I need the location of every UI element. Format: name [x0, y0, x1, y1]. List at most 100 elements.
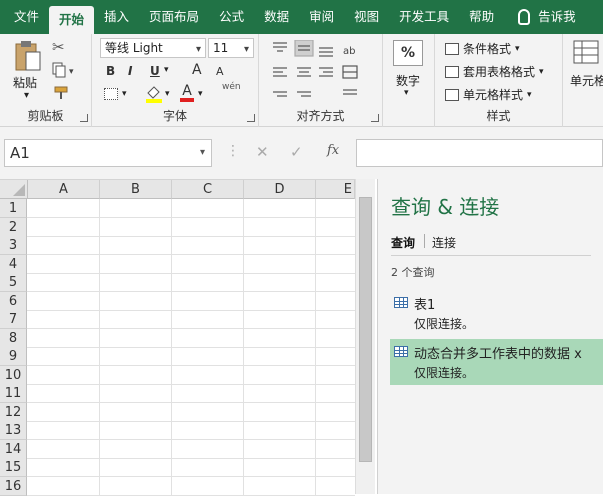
format-painter-icon[interactable] — [54, 86, 70, 100]
query-item-selected[interactable]: 动态合并多工作表中的数据 x 仅限连接。 — [390, 339, 603, 385]
row-header[interactable]: 6 — [0, 291, 27, 311]
conditional-formatting-icon — [445, 42, 459, 55]
underline-button[interactable]: U — [150, 64, 160, 78]
grid-vline — [99, 199, 100, 495]
clipboard-launcher-icon[interactable] — [80, 114, 88, 122]
grid-hline — [27, 346, 355, 348]
row-header[interactable]: 16 — [0, 476, 27, 496]
italic-button[interactable]: I — [128, 64, 132, 78]
insert-function-icon[interactable]: fx — [327, 143, 339, 158]
conditional-formatting-button[interactable]: 条件格式 ▾ — [445, 40, 520, 57]
grid-hline — [27, 235, 355, 237]
alignment-group: ab 对齐方式 — [259, 34, 383, 127]
scrollbar-thumb[interactable] — [359, 197, 372, 462]
underline-dropdown-icon[interactable]: ▾ — [164, 65, 169, 75]
shrink-font-button[interactable]: A — [216, 65, 224, 78]
number-format-button[interactable]: 数字 — [396, 72, 420, 89]
row-header[interactable]: 8 — [0, 328, 27, 348]
row-header[interactable]: 10 — [0, 365, 27, 385]
row-header[interactable]: 15 — [0, 458, 27, 477]
font-name-select[interactable]: 等线 Light ▾ — [100, 38, 206, 58]
column-header[interactable]: C — [172, 180, 244, 199]
cells-icon — [573, 40, 599, 64]
fill-color-dropdown-icon[interactable]: ▾ — [165, 89, 170, 99]
tab-formulas[interactable]: 公式 — [209, 0, 254, 34]
grid-hline — [27, 439, 355, 440]
font-color-dropdown-icon[interactable]: ▾ — [198, 89, 203, 99]
row-header[interactable]: 2 — [0, 217, 27, 237]
format-as-table-label: 套用表格格式 — [463, 65, 536, 79]
number-dropdown-icon[interactable]: ▾ — [404, 88, 409, 98]
format-as-table-icon — [445, 65, 459, 78]
tab-review[interactable]: 审阅 — [299, 0, 344, 34]
formula-bar-grip-icon: ⋮ — [226, 143, 240, 159]
fill-color-icon[interactable] — [144, 84, 164, 104]
cell-styles-button[interactable]: 单元格样式 ▾ — [445, 86, 532, 103]
styles-group: 条件格式 ▾ 套用表格格式 ▾ 单元格样式 ▾ 样式 — [435, 34, 563, 127]
font-size-select[interactable]: 11 ▾ — [208, 38, 254, 58]
paste-button[interactable]: 粘贴 — [13, 74, 37, 91]
row-header[interactable]: 3 — [0, 236, 27, 255]
tab-view[interactable]: 视图 — [344, 0, 389, 34]
tab-data[interactable]: 数据 — [254, 0, 299, 34]
svg-text:▾: ▾ — [69, 67, 74, 77]
column-header[interactable]: B — [100, 180, 172, 199]
font-launcher-icon[interactable] — [247, 114, 255, 122]
tab-home[interactable]: 开始 — [49, 6, 95, 34]
row-header[interactable]: 5 — [0, 273, 27, 292]
name-box[interactable]: A1 ▾ — [4, 139, 212, 167]
grid-hline — [27, 383, 355, 385]
grid-hline — [27, 420, 355, 422]
conditional-formatting-label: 条件格式 — [463, 42, 512, 56]
pane-divider — [391, 255, 591, 256]
font-color-button[interactable]: A — [180, 84, 194, 102]
grid-hline — [27, 309, 355, 311]
cut-icon[interactable]: ✂ — [52, 38, 65, 56]
vertical-scrollbar[interactable] — [355, 179, 375, 494]
chevron-down-icon: ▾ — [199, 147, 205, 158]
phonetic-button[interactable]: wén — [222, 82, 241, 92]
cells-button[interactable]: 单元格 — [570, 72, 603, 89]
enter-icon[interactable]: ✓ — [290, 143, 303, 161]
tab-file[interactable]: 文件 — [4, 0, 49, 34]
row-header[interactable]: 4 — [0, 254, 27, 274]
row-header[interactable]: 12 — [0, 402, 27, 422]
cancel-icon[interactable]: ✕ — [256, 143, 269, 161]
copy-icon[interactable]: ▾ — [52, 62, 78, 78]
alignment-launcher-icon[interactable] — [371, 114, 379, 122]
table-icon — [394, 297, 408, 308]
tab-help[interactable]: 帮助 — [459, 0, 504, 34]
borders-dropdown-icon[interactable]: ▾ — [122, 89, 127, 99]
tab-insert[interactable]: 插入 — [94, 0, 139, 34]
grid-vline — [171, 199, 172, 495]
row-header[interactable]: 14 — [0, 439, 27, 459]
tab-queries[interactable]: 查询 — [391, 234, 415, 251]
select-all-corner[interactable] — [0, 180, 28, 199]
row-header[interactable]: 7 — [0, 310, 27, 329]
worksheet-grid[interactable]: A B C D E 1 2 3 4 5 6 7 8 9 10 11 12 13 14 15 16 — [0, 179, 361, 496]
alignment-buttons-icon[interactable]: ab — [271, 40, 381, 100]
formula-input[interactable] — [356, 139, 603, 167]
grid-hline — [27, 272, 355, 274]
grow-font-button[interactable]: A — [192, 62, 202, 78]
row-header[interactable]: 11 — [0, 384, 27, 403]
row-header[interactable]: 9 — [0, 347, 27, 366]
tab-connections[interactable]: 连接 — [432, 234, 456, 251]
borders-icon[interactable] — [104, 88, 118, 100]
grid-hline — [27, 494, 355, 496]
query-name: 表1 — [414, 298, 436, 313]
row-header[interactable]: 13 — [0, 421, 27, 440]
tab-page-layout[interactable]: 页面布局 — [139, 0, 209, 34]
column-header[interactable]: D — [244, 180, 316, 199]
query-item[interactable]: 表1 仅限连接。 — [390, 290, 603, 336]
tell-me-box[interactable]: 告诉我 — [504, 0, 586, 34]
format-as-table-button[interactable]: 套用表格格式 ▾ — [445, 63, 544, 80]
bold-button[interactable]: B — [106, 64, 115, 78]
query-count: 2 个查询 — [391, 266, 435, 279]
column-header[interactable]: E — [316, 180, 355, 199]
column-header[interactable]: A — [28, 180, 100, 199]
tab-developer[interactable]: 开发工具 — [389, 0, 459, 34]
paste-dropdown-icon[interactable]: ▾ — [24, 90, 29, 101]
row-header[interactable]: 1 — [0, 199, 27, 218]
clipboard-group: 粘贴 ▾ ✂ ▾ 剪贴板 — [0, 34, 92, 127]
